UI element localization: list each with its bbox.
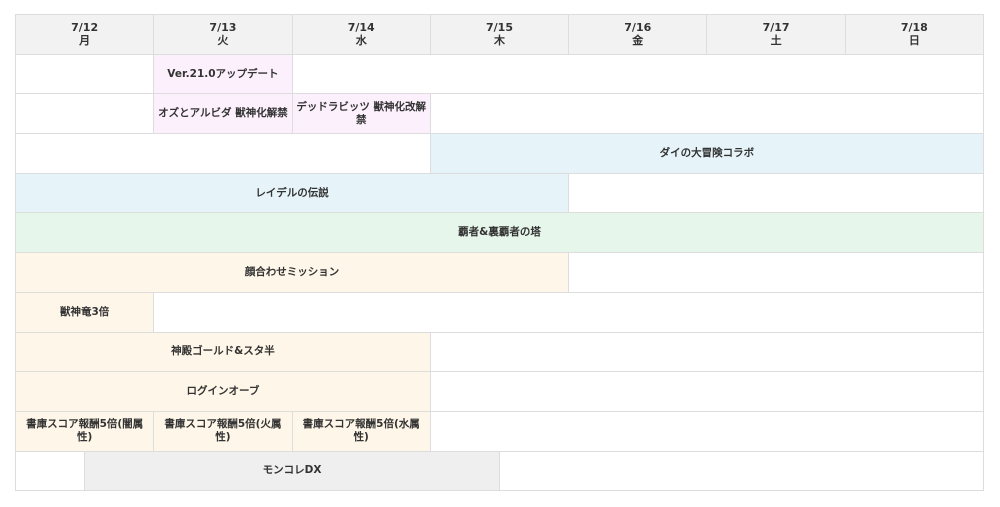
day-weekday: 土 bbox=[770, 34, 782, 48]
day-header-0715: 7/15 木 bbox=[430, 15, 570, 55]
empty-cell bbox=[16, 451, 86, 492]
empty-cell bbox=[500, 451, 984, 492]
day-weekday: 木 bbox=[493, 34, 505, 48]
day-weekday: 月 bbox=[79, 34, 91, 48]
empty-cell bbox=[16, 54, 155, 95]
day-header-0712: 7/12 月 bbox=[16, 15, 155, 55]
day-header-0714: 7/14 水 bbox=[292, 15, 431, 55]
empty-cell bbox=[569, 253, 984, 293]
day-weekday: 水 bbox=[355, 34, 367, 48]
day-header-0717: 7/17 土 bbox=[707, 15, 846, 55]
empty-cell bbox=[430, 372, 984, 412]
event-cell: 神殿ゴールド&スタ半 bbox=[16, 332, 431, 373]
event-cell: 顔合わせミッション bbox=[16, 253, 570, 293]
event-schedule-table: 7/12 月 7/13 火 7/14 水 7/15 木 7/16 金 7/17 … bbox=[15, 14, 984, 492]
event-cell: レイデルの伝説 bbox=[16, 173, 570, 214]
empty-cell bbox=[430, 411, 984, 452]
day-date: 7/15 bbox=[486, 21, 513, 35]
day-weekday: 金 bbox=[632, 34, 644, 48]
event-cell: ダイの大冒険コラボ bbox=[430, 134, 984, 174]
day-date: 7/16 bbox=[624, 21, 652, 35]
day-date: 7/18 bbox=[900, 21, 928, 35]
day-header-0713: 7/13 火 bbox=[154, 15, 293, 55]
empty-cell bbox=[154, 292, 984, 333]
event-cell: ログインオーブ bbox=[16, 372, 431, 412]
event-cell: 書庫スコア報酬5倍(水属性) bbox=[292, 411, 431, 452]
day-date: 7/17 bbox=[762, 21, 790, 35]
empty-cell bbox=[292, 54, 984, 95]
empty-cell bbox=[430, 94, 984, 135]
event-cell: Ver.21.0アップデート bbox=[154, 54, 293, 95]
event-cell: 書庫スコア報酬5倍(火属性) bbox=[154, 411, 293, 452]
empty-cell bbox=[430, 332, 984, 373]
day-header-0716: 7/16 金 bbox=[569, 15, 708, 55]
event-cell: デッドラビッツ 獣神化改解禁 bbox=[292, 94, 431, 135]
day-date: 7/14 bbox=[347, 21, 375, 35]
empty-cell bbox=[569, 173, 984, 214]
day-weekday: 日 bbox=[908, 34, 920, 48]
empty-cell bbox=[16, 94, 155, 135]
empty-cell bbox=[16, 134, 431, 174]
day-date: 7/13 bbox=[209, 21, 237, 35]
day-date: 7/12 bbox=[71, 21, 99, 35]
event-cell: 獣神竜3倍 bbox=[16, 292, 155, 333]
event-cell: モンコレDX bbox=[85, 451, 500, 492]
event-cell: オズとアルビダ 獣神化解禁 bbox=[154, 94, 293, 135]
day-header-0718: 7/18 日 bbox=[845, 15, 984, 55]
day-weekday: 火 bbox=[217, 34, 229, 48]
schedule-grid: 7/12 月 7/13 火 7/14 水 7/15 木 7/16 金 7/17 … bbox=[15, 14, 984, 492]
event-cell: 書庫スコア報酬5倍(闇属性) bbox=[16, 411, 155, 452]
event-cell: 覇者&裏覇者の塔 bbox=[16, 213, 984, 254]
